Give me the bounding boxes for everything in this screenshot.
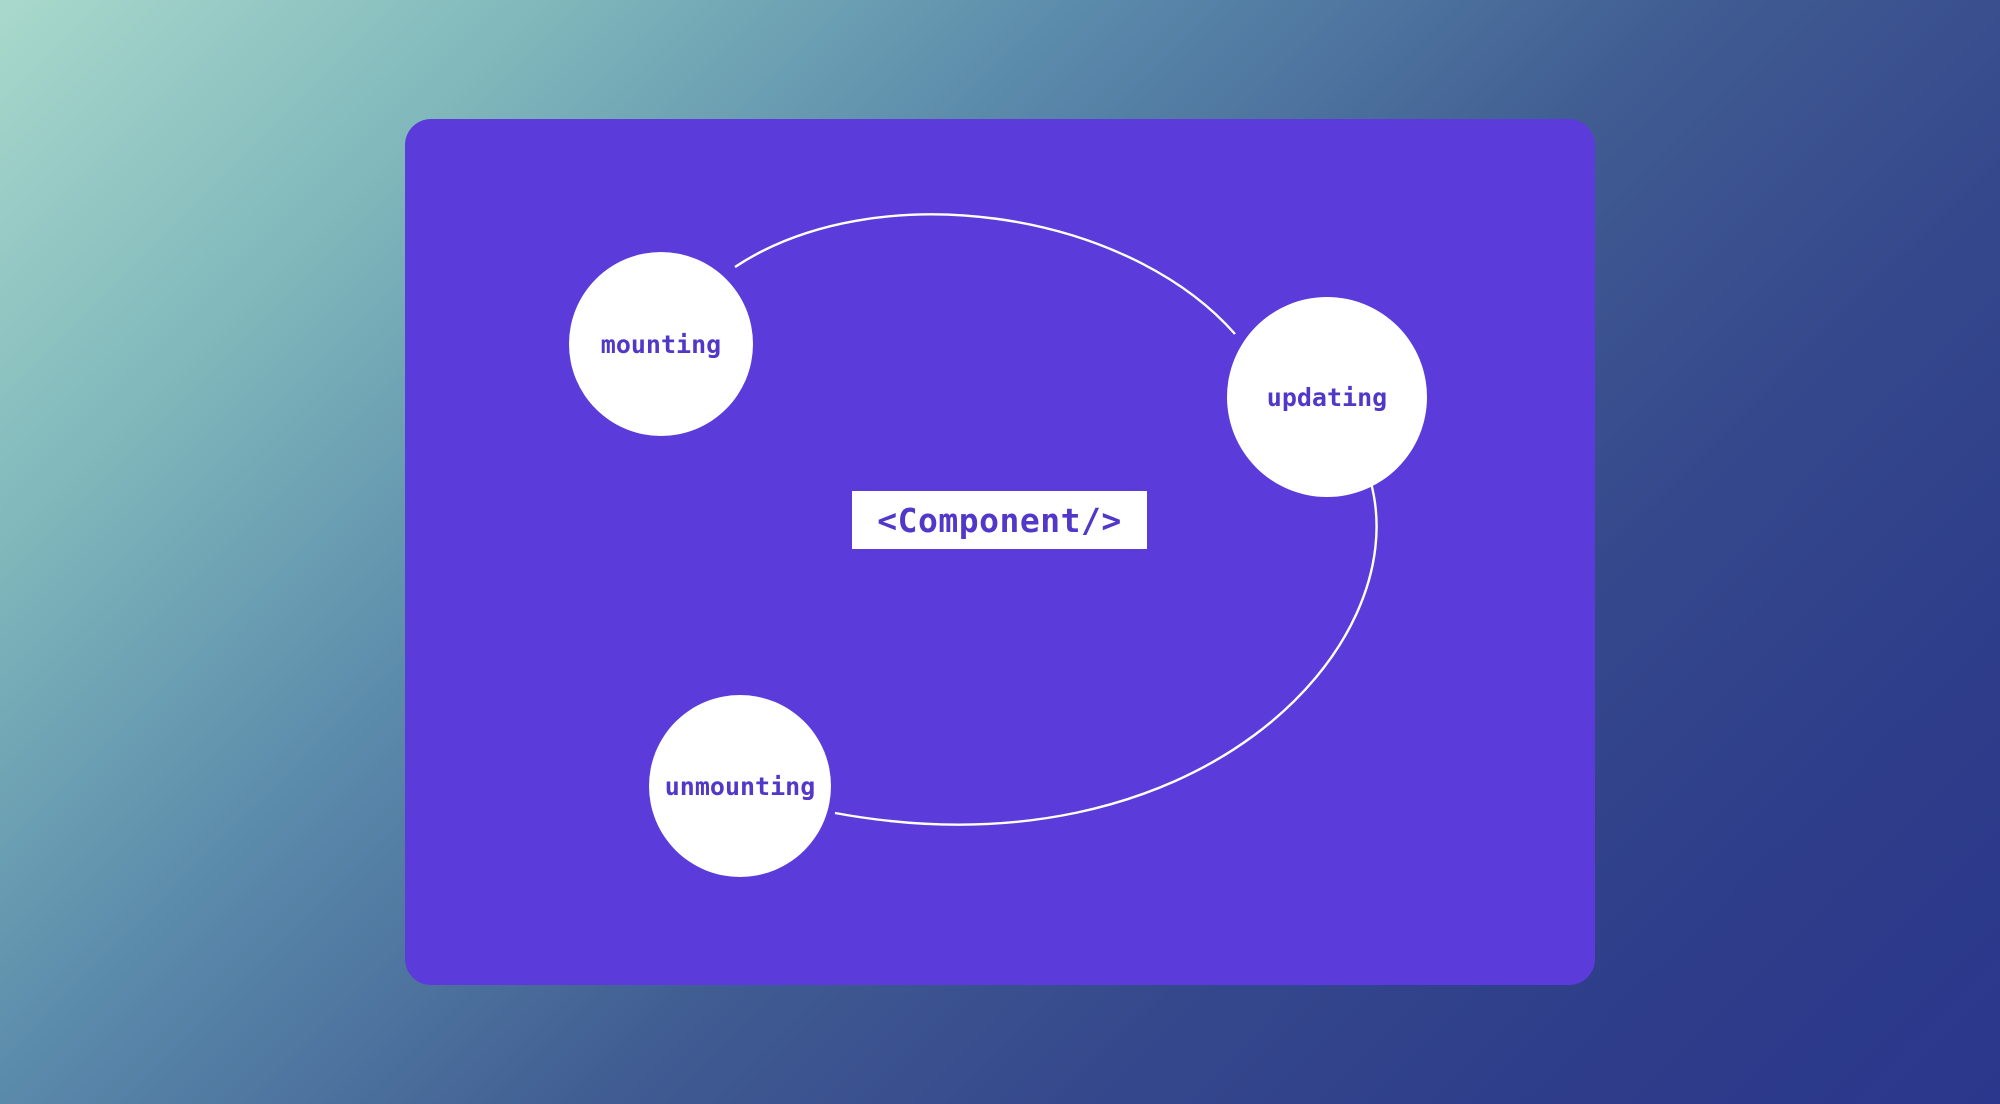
center-component-text: <Component/> — [877, 501, 1121, 540]
arc-mounting-to-updating — [735, 214, 1235, 334]
node-updating-label: updating — [1267, 383, 1387, 412]
node-mounting: mounting — [569, 252, 753, 436]
center-component-label: <Component/> — [852, 491, 1147, 549]
diagram-card: mounting updating unmounting <Component/… — [405, 119, 1595, 985]
node-unmounting: unmounting — [649, 695, 831, 877]
connector-arcs — [405, 119, 1595, 985]
node-mounting-label: mounting — [601, 330, 721, 359]
page-background: mounting updating unmounting <Component/… — [0, 0, 2000, 1104]
node-unmounting-label: unmounting — [665, 772, 816, 801]
node-updating: updating — [1227, 297, 1427, 497]
